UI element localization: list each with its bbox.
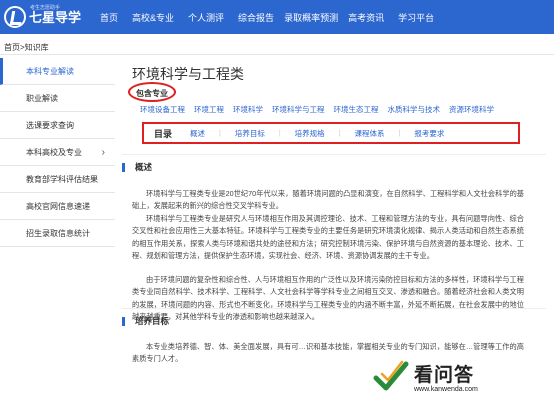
checkmark-logo-icon bbox=[373, 360, 409, 391]
included-majors-list: 环境设备工程 环境工程 环境科学 环境科学与工程 环境生态工程 水质科学与技术 … bbox=[140, 104, 503, 115]
logo-subtitle: 考生志愿助手 bbox=[30, 5, 61, 11]
major-link[interactable]: 环境设备工程 bbox=[140, 104, 185, 115]
sidebar-item-discipline-evaluation[interactable]: 教育部学科评估结果 bbox=[0, 166, 115, 193]
section-marker bbox=[122, 162, 125, 172]
watermark-url: www.kanwenda.com bbox=[414, 386, 478, 393]
paragraph: 由于环境问题的复杂性和综合性、人与环境相互作用的广泛性以及环境污染防控目标和方法… bbox=[132, 275, 524, 321]
major-link[interactable]: 环境科学 bbox=[233, 104, 263, 115]
logo-text: 七星导学 bbox=[29, 9, 82, 25]
toc-link-overview[interactable]: 概述 bbox=[190, 128, 205, 139]
major-link[interactable]: 资源环境科学 bbox=[449, 104, 494, 115]
divider bbox=[122, 154, 546, 155]
nav-news[interactable]: 高考资讯 bbox=[348, 11, 384, 24]
toc-separator: | bbox=[219, 129, 221, 137]
top-nav-bar: 七星导学 考生志愿助手 首页 高校&专业 个人测评 综合报告 录取概率预测 高考… bbox=[0, 0, 554, 34]
major-link[interactable]: 环境生态工程 bbox=[334, 104, 379, 115]
section-marker bbox=[122, 316, 125, 326]
toc-link-goals[interactable]: 培养目标 bbox=[235, 128, 265, 139]
nav-personal-assessment[interactable]: 个人测评 bbox=[188, 11, 224, 24]
site-logo[interactable]: 七星导学 考生志愿助手 bbox=[4, 3, 81, 31]
toc-link-requirements[interactable]: 报考要求 bbox=[414, 128, 444, 139]
sidebar-item-major-interpretation[interactable]: 本科专业解读 bbox=[0, 58, 115, 85]
section-heading-goals: 培养目标 bbox=[122, 315, 169, 327]
section-heading-text: 培养目标 bbox=[135, 316, 170, 326]
nav-colleges-majors[interactable]: 高校&专业 bbox=[132, 11, 174, 24]
nav-learning-platform[interactable]: 学习平台 bbox=[398, 11, 434, 24]
sidebar-item-label: 本科高校及专业 bbox=[26, 148, 82, 157]
major-link[interactable]: 水质科学与技术 bbox=[388, 104, 441, 115]
toc-title: 目录 bbox=[154, 128, 173, 139]
nav-admission-prediction[interactable]: 录取概率预测 bbox=[284, 11, 338, 24]
toc-link-specs[interactable]: 培养规格 bbox=[295, 128, 325, 139]
nav-report[interactable]: 综合报告 bbox=[238, 11, 274, 24]
nav-home[interactable]: 首页 bbox=[100, 11, 118, 24]
breadcrumb[interactable]: 首页>知识库 bbox=[4, 42, 49, 53]
table-of-contents: 目录 概述 | 培养目标 | 培养规格 | 课程体系 | 报考要求 bbox=[142, 122, 520, 144]
page-title: 环境科学与工程类 bbox=[132, 66, 244, 82]
divider bbox=[0, 54, 554, 55]
section-heading-text: 概述 bbox=[135, 162, 153, 172]
paragraph: 环境科学与工程类专业是20世纪70年代以来，随着环境问题的凸显和演变，在自然科学… bbox=[132, 189, 524, 211]
major-link[interactable]: 环境科学与工程 bbox=[272, 104, 325, 115]
sidebar-item-admission-stats[interactable]: 招生录取信息统计 bbox=[0, 220, 115, 247]
nav-menu: 首页 高校&专业 个人测评 综合报告 录取概率预测 高考资讯 学习平台 bbox=[100, 0, 448, 34]
section-heading-overview: 概述 bbox=[122, 161, 152, 173]
major-link[interactable]: 环境工程 bbox=[194, 104, 224, 115]
sidebar-item-colleges-majors[interactable]: 本科高校及专业 › bbox=[0, 139, 115, 166]
watermark: 看问答 www.kanwenda.com bbox=[370, 350, 554, 410]
sidebar-item-course-requirements[interactable]: 选课要求查询 bbox=[0, 112, 115, 139]
divider bbox=[122, 308, 546, 309]
logo-mark-icon bbox=[4, 6, 26, 28]
toc-separator: | bbox=[338, 129, 341, 137]
watermark-text: 看问答 bbox=[414, 365, 475, 386]
sidebar-item-official-site-info[interactable]: 高校官网信息速递 bbox=[0, 193, 115, 220]
paragraph: 环境科学与工程类专业是研究人与环境相互作用及其调控理论、技术、工程和管理方法的专… bbox=[132, 214, 524, 260]
toc-separator: | bbox=[278, 129, 281, 137]
chevron-right-icon: › bbox=[101, 147, 105, 158]
sidebar-item-career-interpretation[interactable]: 职业解读 bbox=[0, 85, 115, 112]
toc-link-curriculum[interactable]: 课程体系 bbox=[355, 128, 385, 139]
sidebar: 本科专业解读 职业解读 选课要求查询 本科高校及专业 › 教育部学科评估结果 高… bbox=[0, 58, 115, 247]
toc-separator: | bbox=[398, 129, 401, 137]
included-majors-label: 包含专业 bbox=[136, 89, 168, 98]
